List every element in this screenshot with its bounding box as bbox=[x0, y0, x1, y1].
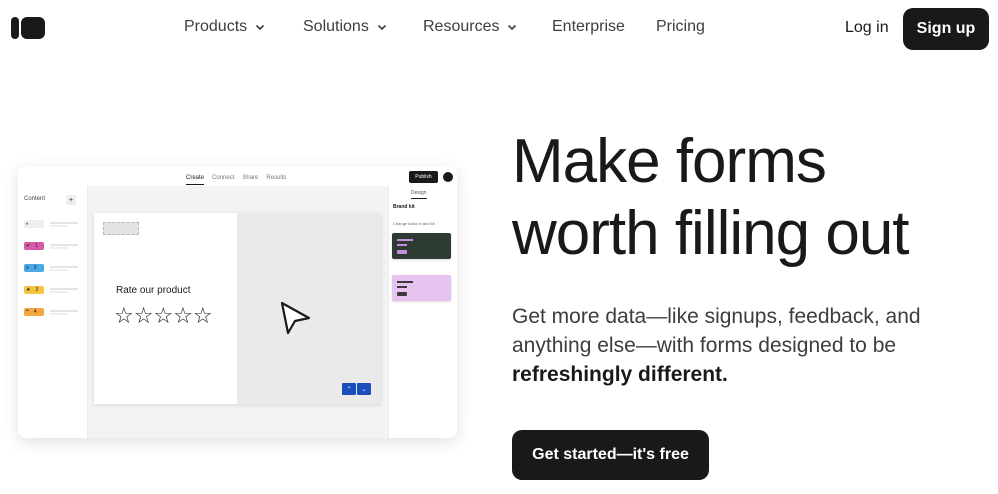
mockup-tabs: Create Connect Share Results bbox=[186, 175, 286, 185]
placeholder-line bbox=[50, 225, 68, 227]
hero-subtitle: Get more data—like signups, feedback, an… bbox=[512, 302, 952, 389]
mockup-theme-dark bbox=[392, 233, 451, 259]
plus-icon: + bbox=[66, 195, 76, 205]
quote-icon: ❝ 4 bbox=[24, 308, 44, 316]
mockup-content-sidebar: Content + ◐ ✔ 1 ≡ 2 ★ 3 ❝ 4 bbox=[18, 186, 88, 438]
mockup-avatar bbox=[443, 172, 453, 182]
placeholder-line bbox=[50, 291, 68, 293]
nav-solutions-label: Solutions bbox=[303, 18, 369, 35]
mockup-design-panel: Design Brand kit Change looks in and kit bbox=[388, 186, 457, 438]
chevron-down-icon: ⌄ bbox=[357, 383, 371, 395]
nav-enterprise-label: Enterprise bbox=[552, 18, 625, 35]
placeholder-line bbox=[50, 244, 78, 246]
chevron-down-icon bbox=[377, 24, 386, 31]
hero-headline: Make forms worth filling out bbox=[512, 126, 910, 270]
mockup-sidebar-title: Content bbox=[24, 196, 46, 202]
mockup-theme-hint: Change looks in and kit bbox=[393, 221, 435, 226]
nav-pricing[interactable]: Pricing bbox=[656, 18, 705, 36]
mockup-sidebar-item: ❝ 4 bbox=[24, 308, 80, 316]
product-mockup: Create Connect Share Results Publish Con… bbox=[18, 166, 457, 438]
placeholder-line bbox=[50, 222, 78, 224]
nav-resources-label: Resources bbox=[423, 18, 500, 35]
theme-line bbox=[397, 239, 413, 241]
nav-pricing-label: Pricing bbox=[656, 18, 705, 35]
typeform-logo[interactable] bbox=[11, 17, 45, 39]
theme-line bbox=[397, 244, 407, 246]
mockup-publish-button: Publish bbox=[409, 171, 438, 183]
form-card-left: Rate our product ☆☆☆☆☆ bbox=[94, 213, 237, 404]
mockup-tab-share: Share bbox=[242, 175, 259, 181]
check-icon: ✔ 1 bbox=[24, 242, 44, 250]
mockup-tab-results: Results bbox=[266, 175, 287, 181]
form-nav-buttons: ⌃ ⌄ bbox=[342, 383, 371, 395]
logo-block bbox=[21, 17, 45, 39]
chevron-down-icon bbox=[256, 24, 265, 31]
mockup-sidebar-item: ★ 3 bbox=[24, 286, 80, 294]
mockup-form-card: Rate our product ☆☆☆☆☆ ⌃ ⌄ bbox=[94, 213, 381, 404]
login-link[interactable]: Log in bbox=[845, 19, 889, 37]
mockup-sidebar-item: ◐ bbox=[24, 220, 80, 228]
item-number: 4 bbox=[33, 309, 37, 315]
mockup-sidebar-item: ≡ 2 bbox=[24, 264, 80, 272]
placeholder-line bbox=[50, 310, 78, 312]
list-icon: ≡ 2 bbox=[24, 264, 44, 272]
theme-button bbox=[397, 250, 407, 254]
mockup-design-tab: Design bbox=[411, 190, 427, 199]
nav-products[interactable]: Products bbox=[184, 18, 265, 36]
hero-headline-line2: worth filling out bbox=[512, 199, 910, 268]
logo-bar bbox=[11, 17, 19, 39]
nav-products-label: Products bbox=[184, 18, 248, 35]
mockup-canvas: Rate our product ☆☆☆☆☆ ⌃ ⌄ bbox=[88, 186, 388, 438]
mockup-theme-light bbox=[392, 275, 451, 301]
item-number: 2 bbox=[33, 265, 37, 271]
form-logo-placeholder bbox=[103, 222, 139, 235]
placeholder-line bbox=[50, 266, 78, 268]
nav-resources[interactable]: Resources bbox=[423, 18, 517, 36]
placeholder-line bbox=[50, 269, 68, 271]
theme-button bbox=[397, 292, 407, 296]
get-started-button[interactable]: Get started—it's free bbox=[512, 430, 709, 480]
item-number: 3 bbox=[35, 287, 39, 293]
placeholder-line bbox=[50, 247, 68, 249]
top-nav: Products Solutions Resources Enterprise … bbox=[0, 0, 998, 56]
theme-line bbox=[397, 286, 407, 288]
nav-enterprise[interactable]: Enterprise bbox=[552, 18, 625, 36]
mockup-tab-connect: Connect bbox=[212, 175, 235, 181]
hero-subtitle-bold: refreshingly different. bbox=[512, 363, 728, 386]
form-question: Rate our product bbox=[116, 285, 191, 296]
chevron-down-icon bbox=[508, 24, 517, 31]
placeholder-line bbox=[50, 288, 78, 290]
item-number: 1 bbox=[35, 243, 38, 249]
chevron-up-icon: ⌃ bbox=[342, 383, 356, 395]
hero-headline-line1: Make forms bbox=[512, 127, 827, 196]
mockup-tab-create: Create bbox=[186, 175, 205, 185]
theme-line bbox=[397, 281, 413, 283]
nav-solutions[interactable]: Solutions bbox=[303, 18, 387, 36]
mockup-sidebar-item: ✔ 1 bbox=[24, 242, 80, 250]
star-rating: ☆☆☆☆☆ bbox=[114, 303, 213, 328]
hero-subtitle-text: Get more data—like signups, feedback, an… bbox=[512, 305, 921, 357]
cursor-arrow-icon bbox=[280, 301, 311, 335]
mockup-brand-kit: Brand kit bbox=[393, 204, 415, 210]
placeholder-line bbox=[50, 313, 68, 315]
star-icon: ★ 3 bbox=[24, 286, 44, 294]
signup-button[interactable]: Sign up bbox=[903, 8, 989, 50]
toggle-icon: ◐ bbox=[24, 220, 44, 228]
